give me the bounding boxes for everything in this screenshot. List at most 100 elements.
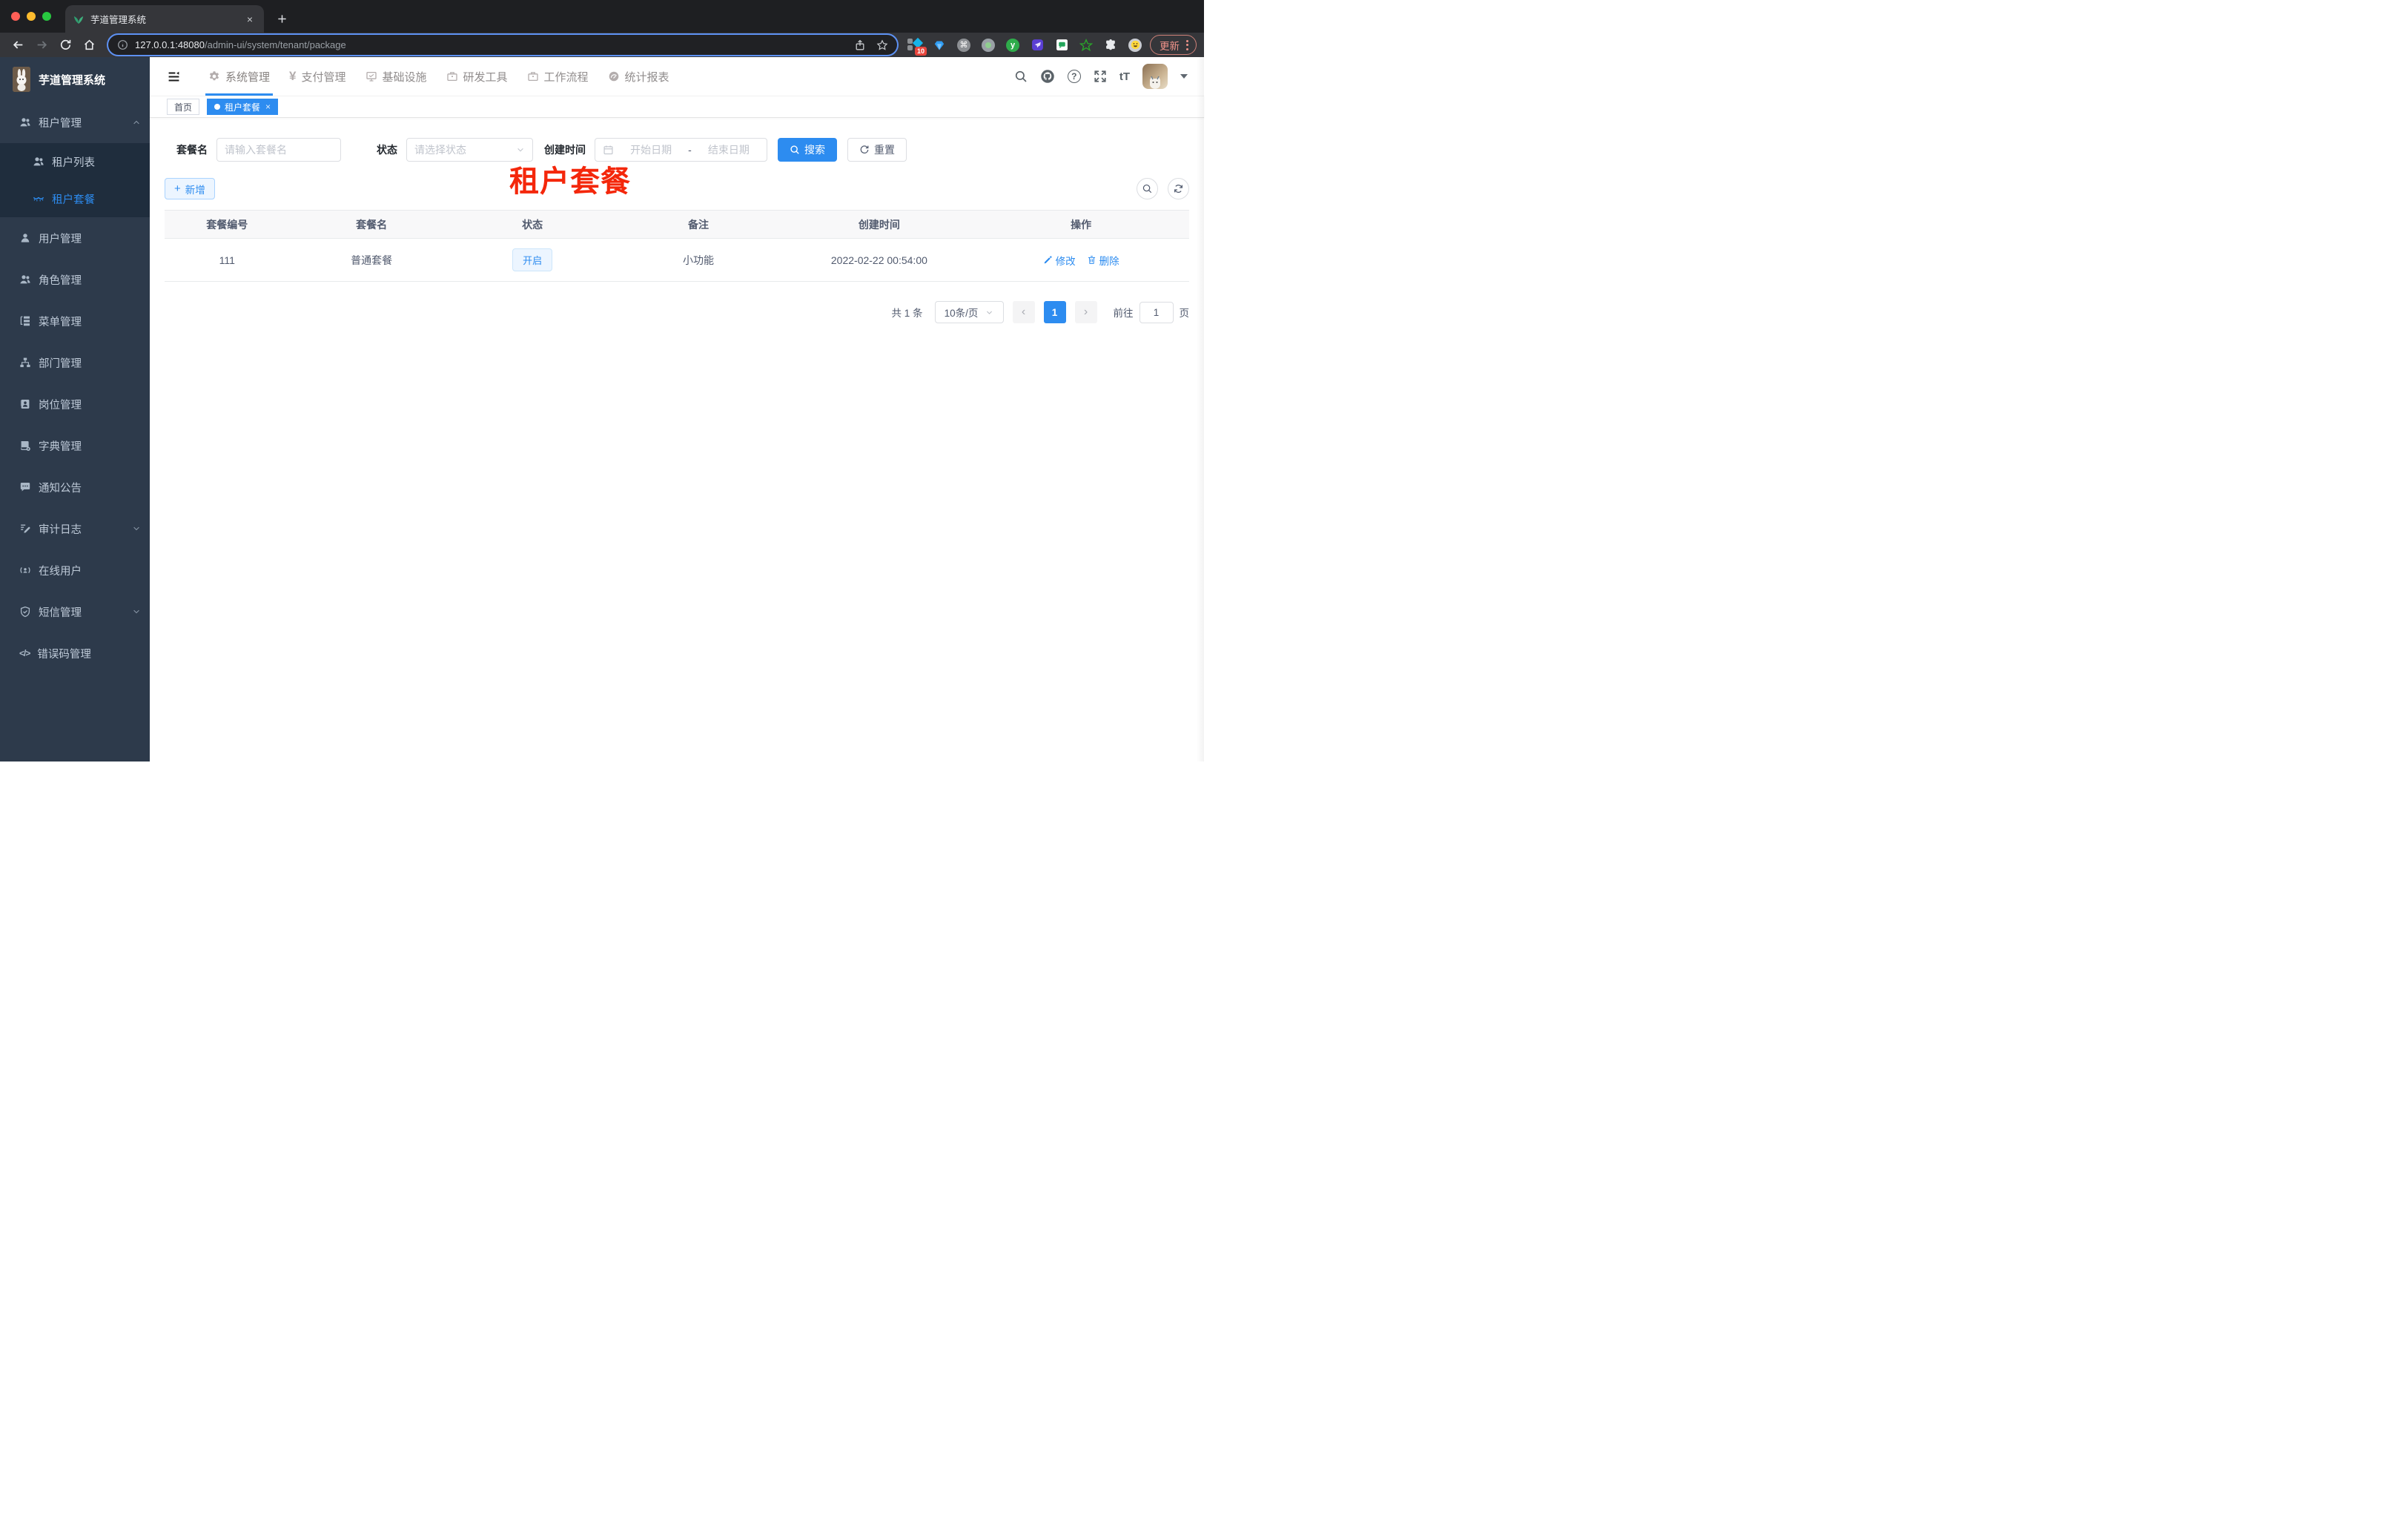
- refresh-table-button[interactable]: [1168, 178, 1189, 199]
- extensions-area: 10 ⌘ y: [907, 37, 1142, 56]
- package-name-input[interactable]: [225, 144, 333, 156]
- window-close-button[interactable]: [11, 12, 20, 21]
- tag-tenant-package[interactable]: 租户套餐 ×: [207, 99, 279, 115]
- pagination: 共 1 条 10条/页 ‹ 1 › 前往 页: [165, 301, 1189, 323]
- topnav-reports[interactable]: 统计报表: [608, 57, 669, 96]
- sidebar-item-tenant-package[interactable]: 租户套餐: [0, 180, 150, 217]
- browser-update-button[interactable]: 更新: [1150, 35, 1197, 55]
- delete-link[interactable]: 删除: [1087, 253, 1119, 268]
- sidebar-item-error-code[interactable]: </> 错误码管理: [0, 632, 150, 674]
- sidebar-item-audit-log[interactable]: 审计日志: [0, 508, 150, 549]
- page-size-select[interactable]: 10条/页: [934, 301, 1004, 323]
- back-button[interactable]: [7, 35, 28, 56]
- col-header-name: 套餐名: [356, 218, 388, 231]
- page-number-button[interactable]: 1: [1043, 301, 1066, 323]
- ext-star-icon[interactable]: [1079, 38, 1094, 53]
- book-gear-icon: [19, 440, 31, 452]
- tag-home[interactable]: 首页: [167, 99, 200, 115]
- sidebar-item-tenant-list[interactable]: 租户列表: [0, 143, 150, 180]
- ext-command-icon[interactable]: ⌘: [956, 38, 971, 53]
- ext-gem-icon[interactable]: [932, 38, 947, 53]
- select-caret-icon: [985, 308, 993, 317]
- cell-name: 普通套餐: [351, 254, 393, 266]
- topnav-dev-tools[interactable]: 研发工具: [446, 57, 508, 96]
- filter-form: 套餐名 状态 请选择状态 创建时间: [165, 138, 1189, 162]
- search-button[interactable]: 搜索: [778, 138, 837, 162]
- browser-tab[interactable]: 芋道管理系统 ×: [65, 5, 264, 33]
- edit-link[interactable]: 修改: [1043, 253, 1076, 268]
- sidebar-collapse-icon[interactable]: [159, 57, 189, 96]
- share-icon[interactable]: [854, 39, 866, 51]
- table-header-row: 套餐编号 套餐名 状态 备注 创建时间 操作: [165, 211, 1189, 239]
- briefcase-icon: [446, 70, 458, 82]
- sidebar-item-dept-management[interactable]: 部门管理: [0, 342, 150, 383]
- ext-y-icon[interactable]: y: [1005, 38, 1020, 53]
- status-label: 状态: [377, 144, 397, 156]
- sidebar-item-notice[interactable]: 通知公告: [0, 466, 150, 508]
- ext-dot-icon[interactable]: [981, 38, 996, 53]
- home-button[interactable]: [79, 35, 99, 56]
- lashes-icon: [33, 193, 44, 205]
- sidebar-item-tenant-management[interactable]: 租户管理: [0, 102, 150, 143]
- sidebar-item-menu-management[interactable]: 菜单管理: [0, 300, 150, 342]
- ext-tab-manager-icon[interactable]: 10: [907, 37, 927, 56]
- ext-puzzle-icon[interactable]: [1103, 38, 1118, 53]
- main-column: 系统管理 ¥ 支付管理 基础设施 研发工具 工作流程 统计报表 ? tT 首页 …: [150, 57, 1204, 762]
- package-table: 套餐编号 套餐名 状态 备注 创建时间 操作 111 普通套餐 开启 小功能 2…: [165, 210, 1189, 282]
- topnav-system[interactable]: 系统管理: [205, 57, 274, 96]
- table-tools: [1137, 178, 1189, 199]
- edit-log-icon: [19, 523, 31, 535]
- hide-search-button[interactable]: [1137, 178, 1158, 199]
- sidebar-item-role-management[interactable]: 角色管理: [0, 259, 150, 300]
- ext-shield-icon[interactable]: [1030, 38, 1045, 53]
- sidebar-item-sms-management[interactable]: 短信管理: [0, 591, 150, 632]
- sidebar-item-dict-management[interactable]: 字典管理: [0, 425, 150, 466]
- help-icon[interactable]: ?: [1067, 70, 1081, 83]
- browser-menu-icon[interactable]: [1186, 39, 1188, 50]
- topnav-infrastructure[interactable]: 基础设施: [366, 57, 427, 96]
- goto-page-input[interactable]: [1139, 301, 1174, 323]
- fullscreen-icon[interactable]: [1094, 70, 1107, 83]
- new-tab-button[interactable]: [271, 8, 292, 29]
- sidebar-item-user-management[interactable]: 用户管理: [0, 217, 150, 259]
- topnav-payment[interactable]: ¥ 支付管理: [289, 57, 345, 96]
- bookmark-star-icon[interactable]: [876, 39, 888, 51]
- prev-page-button[interactable]: ‹: [1012, 301, 1035, 323]
- ext-smiley-icon[interactable]: [1128, 38, 1142, 53]
- tab-title: 芋道管理系统: [90, 15, 147, 25]
- table-row: 111 普通套餐 开启 小功能 2022-02-22 00:54:00 修改 删…: [165, 239, 1189, 282]
- date-end-placeholder[interactable]: 结束日期: [698, 142, 759, 157]
- ext-chat-icon[interactable]: [1054, 38, 1069, 53]
- window-zoom-button[interactable]: [42, 12, 51, 21]
- topnav-workflow[interactable]: 工作流程: [527, 57, 589, 96]
- reset-button[interactable]: 重置: [847, 138, 907, 162]
- ext-badge: 10: [914, 46, 927, 56]
- sidebar-item-post-management[interactable]: 岗位管理: [0, 383, 150, 425]
- date-start-placeholder[interactable]: 开始日期: [621, 142, 681, 157]
- app-title: 芋道管理系统: [39, 73, 106, 87]
- browser-window: 芋道管理系统 × 127.0.0.1:48080/admin-ui/system…: [0, 0, 1204, 762]
- monitor-icon: [366, 70, 377, 82]
- update-label: 更新: [1160, 40, 1180, 52]
- browser-toolbar: 127.0.0.1:48080/admin-ui/system/tenant/p…: [0, 33, 1204, 57]
- active-dot: [214, 104, 221, 110]
- logo-image: [13, 67, 30, 92]
- search-icon[interactable]: [1014, 70, 1028, 83]
- reload-button[interactable]: [55, 35, 76, 56]
- tag-close-icon[interactable]: ×: [265, 102, 271, 112]
- forward-button[interactable]: [31, 35, 52, 56]
- address-bar[interactable]: 127.0.0.1:48080/admin-ui/system/tenant/p…: [108, 35, 897, 55]
- tab-close-icon[interactable]: ×: [243, 13, 257, 26]
- sidebar: 芋道管理系统 租户管理 租户列表 租户套餐 用户管理 角色管理 菜单管理 部门管…: [0, 57, 150, 762]
- url-text: 127.0.0.1:48080/admin-ui/system/tenant/p…: [135, 39, 346, 50]
- avatar-caret-down-icon[interactable]: [1180, 74, 1188, 79]
- add-button[interactable]: + 新增: [165, 178, 215, 199]
- font-size-icon[interactable]: tT: [1119, 70, 1130, 83]
- window-minimize-button[interactable]: [27, 12, 36, 21]
- app-header: 系统管理 ¥ 支付管理 基础设施 研发工具 工作流程 统计报表 ? tT: [150, 57, 1204, 96]
- next-page-button[interactable]: ›: [1074, 301, 1097, 323]
- user-avatar[interactable]: [1142, 64, 1168, 89]
- github-icon[interactable]: [1040, 69, 1055, 84]
- sidebar-item-online-users[interactable]: 在线用户: [0, 549, 150, 591]
- site-info-icon[interactable]: [117, 39, 128, 50]
